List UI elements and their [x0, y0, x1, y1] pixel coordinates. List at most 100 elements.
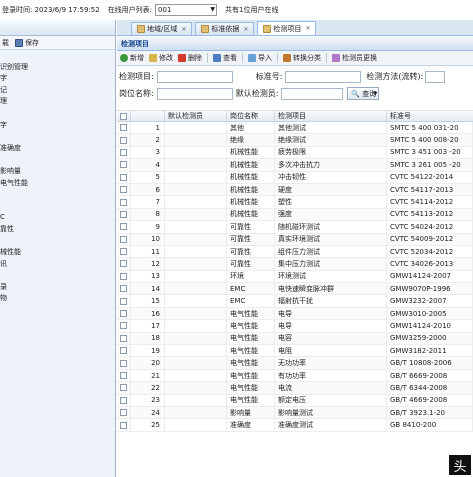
view-button[interactable]: 查看 — [213, 53, 237, 63]
table-row[interactable]: 11 可靠性 组件压力测试 CVTC 52034-2012 — [117, 245, 473, 259]
sidebar-item[interactable] — [0, 236, 115, 248]
sidebar-item[interactable] — [0, 351, 115, 363]
row-checkbox[interactable] — [117, 369, 131, 382]
row-checkbox[interactable] — [117, 419, 131, 431]
close-icon[interactable]: ✕ — [305, 25, 310, 32]
online-users-select[interactable]: 001 ▼ — [155, 4, 218, 16]
table-row[interactable]: 1 其他 其他测试 SMTC 5 400 031-20 — [117, 122, 473, 135]
close-icon[interactable]: ✕ — [181, 26, 186, 33]
row-checkbox[interactable] — [117, 345, 131, 357]
table-row[interactable]: 23 电气性能 额定电压 GB/T 4669-2008 — [117, 394, 473, 407]
sidebar-item[interactable] — [0, 305, 115, 317]
table-row[interactable]: 6 机械性能 硬度 CVTC 54117-2013 — [117, 183, 473, 197]
sidebar-item[interactable] — [0, 409, 115, 421]
sidebar-item[interactable]: 记 — [0, 85, 115, 97]
std-input[interactable] — [285, 70, 362, 83]
table-row[interactable]: 25 准确度 准确度测试 GB 8410-200 — [117, 419, 473, 432]
post-input[interactable] — [156, 87, 233, 100]
table-row[interactable]: 13 环境 环境测试 GMW14124-2007 — [117, 270, 473, 284]
change-inspector-button[interactable]: 检测员更换 — [332, 53, 377, 63]
select-all-checkbox[interactable] — [117, 111, 131, 121]
table-row[interactable]: 7 机械性能 塑性 CVTC 54114-2012 — [117, 196, 473, 209]
row-checkbox[interactable] — [117, 171, 131, 183]
add-button[interactable]: 新增 — [120, 53, 144, 63]
row-checkbox[interactable] — [117, 307, 131, 320]
row-checkbox[interactable] — [117, 357, 131, 369]
sidebar-item[interactable] — [0, 433, 115, 445]
close-icon[interactable]: ✕ — [243, 26, 248, 33]
sidebar-item[interactable] — [0, 50, 115, 62]
table-row[interactable]: 3 机械性能 疲劳极限 SMTC 3 451 003 -20 — [117, 146, 473, 160]
col-header-std[interactable]: 标准号 — [387, 111, 473, 121]
row-checkbox[interactable] — [117, 382, 131, 394]
table-row[interactable]: 17 电气性能 电导 GMW14124-2010 — [117, 320, 473, 333]
sidebar-item[interactable]: 理 — [0, 96, 115, 108]
row-checkbox[interactable] — [117, 270, 131, 283]
row-checkbox[interactable] — [117, 295, 131, 307]
sidebar-item[interactable] — [0, 421, 115, 433]
row-checkbox[interactable] — [117, 406, 131, 419]
method-input[interactable] — [425, 70, 446, 83]
sidebar-item[interactable] — [0, 201, 115, 213]
search-button[interactable]: 🔍 查询 ▼ — [347, 87, 380, 100]
row-checkbox[interactable] — [117, 208, 131, 221]
sidebar-item[interactable] — [0, 363, 115, 375]
row-checkbox[interactable] — [117, 196, 131, 208]
sidebar-item[interactable] — [0, 398, 115, 410]
sidebar-item[interactable] — [0, 154, 115, 166]
col-header-post[interactable]: 岗位名称 — [227, 111, 275, 121]
row-checkbox[interactable] — [117, 320, 131, 332]
sidebar-item[interactable]: 影响量 — [0, 166, 115, 178]
sidebar-toolbar-label[interactable]: 载 — [2, 38, 9, 48]
sidebar-item[interactable] — [0, 270, 115, 282]
row-checkbox[interactable] — [117, 258, 131, 270]
row-checkbox[interactable] — [117, 394, 131, 406]
sidebar-item[interactable] — [0, 108, 115, 120]
col-header-inspector[interactable]: 默认检测员 — [165, 111, 227, 121]
row-checkbox[interactable] — [117, 221, 131, 233]
table-row[interactable]: 8 机械性能 强度 CVTC 54113-2012 — [117, 208, 473, 222]
row-checkbox[interactable] — [117, 146, 131, 159]
tab-test-items[interactable]: 检测项目 ✕ — [257, 21, 317, 35]
edit-button[interactable]: 修改 — [149, 53, 173, 63]
table-row[interactable]: 9 可靠性 随机碰环测试 CVTC 54024-2012 — [117, 221, 473, 234]
table-row[interactable]: 12 可靠性 集中压力测试 CVTC 34026-2013 — [117, 258, 473, 271]
sidebar-item[interactable]: 讯 — [0, 259, 115, 271]
table-row[interactable]: 2 绝缘 绝缘测试 SMTC 5 400 008-20 — [117, 134, 473, 147]
row-checkbox[interactable] — [117, 233, 131, 245]
item-input[interactable] — [156, 70, 233, 83]
sidebar-item[interactable]: 准确度 — [0, 143, 115, 155]
row-checkbox[interactable] — [117, 283, 131, 295]
table-row[interactable]: 20 电气性能 无功功率 GB/T 10808-2006 — [117, 357, 473, 370]
row-checkbox[interactable] — [117, 332, 131, 345]
sidebar-item[interactable]: 录 — [0, 282, 115, 294]
sidebar-item[interactable] — [0, 328, 115, 340]
tab-standard-basis[interactable]: 标准依据 ✕ — [195, 22, 255, 35]
table-row[interactable]: 19 电气性能 电阻 GMW3182-2011 — [117, 345, 473, 358]
table-row[interactable]: 24 影响量 影响量测试 GB/T 3923.1-20 — [117, 406, 473, 420]
table-row[interactable]: 15 EMC 辐射抗干扰 GMW3232-2007 — [117, 295, 473, 308]
table-row[interactable]: 5 机械性能 冲击韧性 CVTC 54122-2014 — [117, 171, 473, 184]
sidebar-item[interactable]: 识别管理 — [0, 62, 115, 74]
row-checkbox[interactable] — [117, 245, 131, 258]
sidebar-item[interactable]: 靠性 — [0, 224, 115, 236]
table-row[interactable]: 14 EMC 电快速瞬变脉冲群 GMW9070P-1996 — [117, 283, 473, 296]
sidebar-item[interactable] — [0, 317, 115, 329]
table-row[interactable]: 18 电气性能 电容 GMW3259-2000 — [117, 332, 473, 346]
sidebar-item[interactable] — [0, 189, 115, 201]
import-button[interactable]: 导入 — [248, 53, 272, 63]
row-checkbox[interactable] — [117, 159, 131, 171]
table-row[interactable]: 4 机械性能 多次冲击抗力 SMTC 3 261 005 -20 — [117, 159, 473, 172]
sidebar-item[interactable]: 电气性能 — [0, 178, 115, 190]
table-row[interactable]: 10 可靠性 真实环境测试 CVTC 54009-2012 — [117, 233, 473, 246]
sidebar-item[interactable]: C — [0, 212, 115, 224]
inspector-input[interactable] — [281, 87, 344, 100]
row-checkbox[interactable] — [117, 134, 131, 146]
table-row[interactable]: 22 电气性能 电流 GB/T 6344-2008 — [117, 382, 473, 395]
sidebar-item[interactable]: 字 — [0, 73, 115, 85]
save-button[interactable]: 保存 — [15, 38, 39, 48]
sidebar-item[interactable]: 字 — [0, 120, 115, 132]
sidebar-item[interactable] — [0, 386, 115, 398]
sidebar-item[interactable] — [0, 375, 115, 387]
sidebar-item[interactable] — [0, 131, 115, 143]
